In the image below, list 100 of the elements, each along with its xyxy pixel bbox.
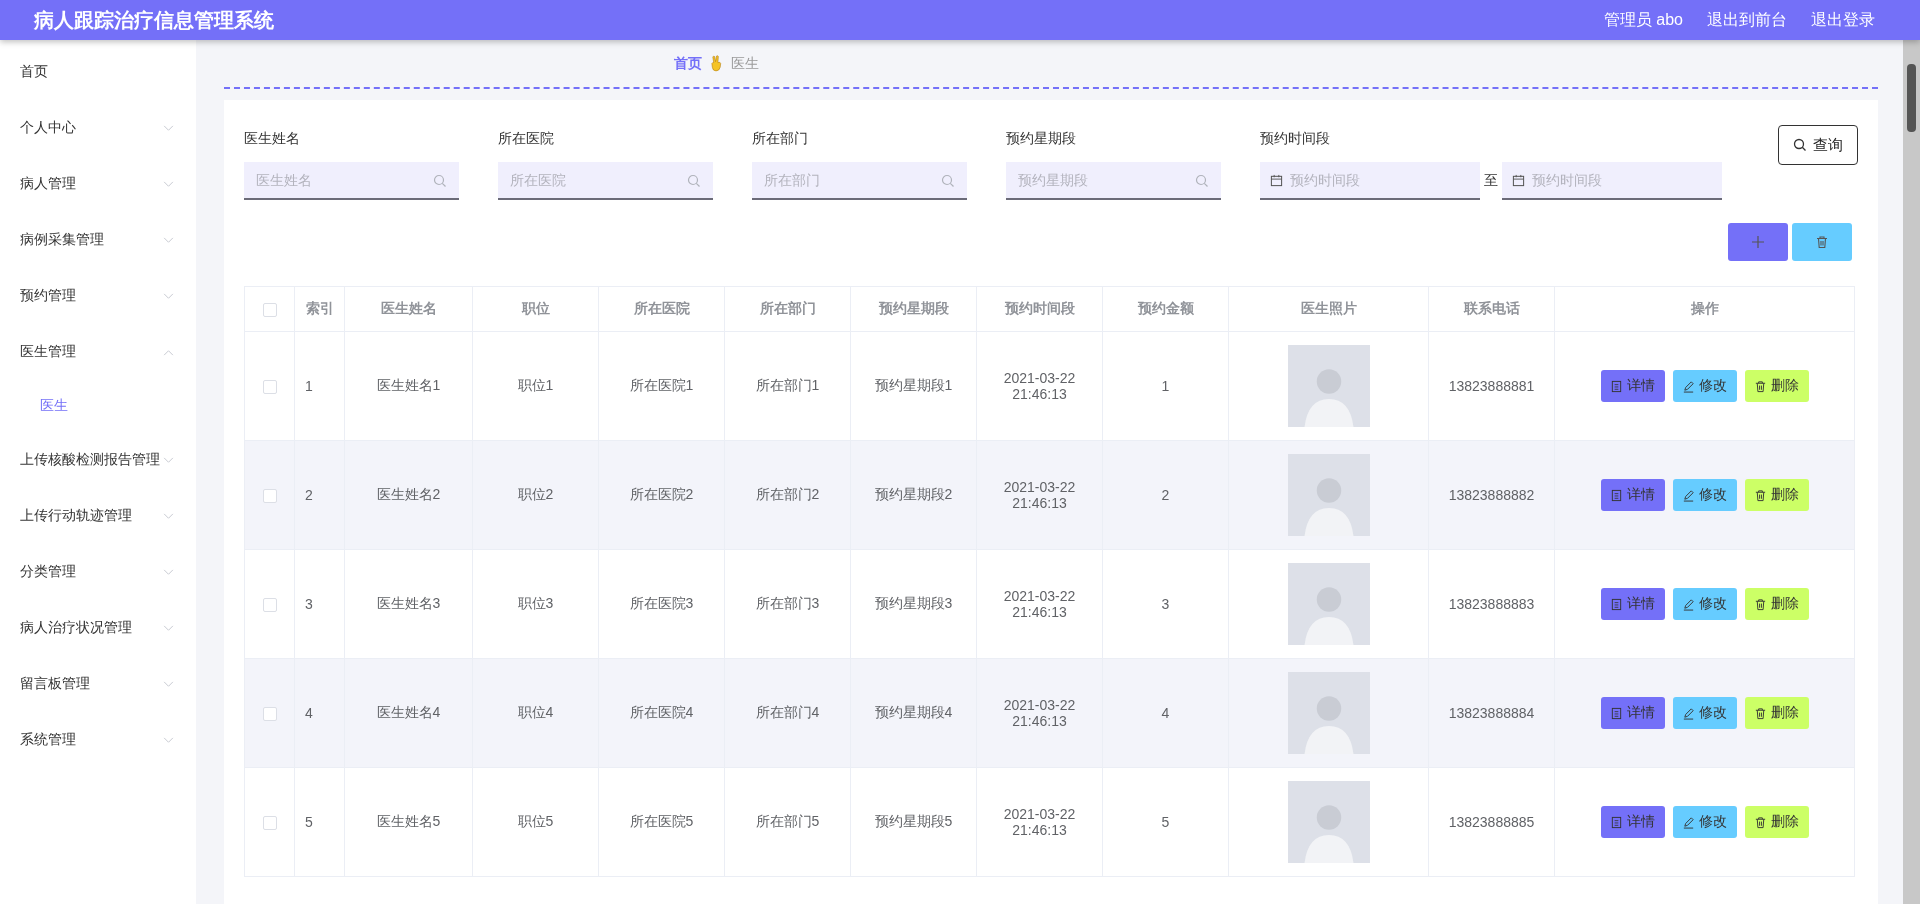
trash-icon — [1754, 597, 1767, 611]
filter-label: 预约星期段 — [1006, 130, 1077, 148]
table-cell: 医生姓名2 — [344, 440, 473, 550]
date-field[interactable]: 预约时间段 — [1260, 162, 1480, 200]
date-field[interactable]: 预约时间段 — [1502, 162, 1722, 200]
edit-button[interactable]: 修改 — [1672, 697, 1737, 729]
table-cell: 所在部门2 — [724, 440, 851, 550]
sidebar-item[interactable]: 个人中心 — [0, 100, 196, 156]
table-cell: 医生姓名3 — [344, 549, 473, 659]
edit-button[interactable]: 修改 — [1672, 370, 1737, 402]
query-button[interactable]: 查询 — [1778, 125, 1858, 165]
table-cell: 预约星期段5 — [850, 767, 977, 877]
table-cell: 预约星期段4 — [850, 658, 977, 768]
sidebar-subitem[interactable]: 医生 — [0, 380, 196, 432]
range-separator: 至 — [1484, 172, 1498, 190]
sidebar-item[interactable]: 病人管理 — [0, 156, 196, 212]
search-field[interactable]: 所在部门 — [752, 162, 967, 200]
chevron-icon — [163, 512, 174, 520]
table-cell: 职位2 — [472, 440, 599, 550]
table-cell: 所在医院2 — [598, 440, 725, 550]
search-icon — [1195, 174, 1209, 188]
edit-button[interactable]: 修改 — [1672, 479, 1737, 511]
table-cell: 所在医院4 — [598, 658, 725, 768]
table-cell: 医生姓名5 — [344, 767, 473, 877]
table-cell: 所在医院3 — [598, 549, 725, 659]
table-cell: 所在部门5 — [724, 767, 851, 877]
select-all-checkbox[interactable] — [262, 303, 277, 318]
document-icon — [1610, 597, 1623, 611]
chevron-icon — [163, 624, 174, 632]
search-icon — [687, 174, 701, 188]
sidebar-item[interactable]: 预约管理 — [0, 268, 196, 324]
delete-button[interactable]: 删除 — [1744, 479, 1809, 511]
table-cell: 13823888884 — [1428, 658, 1555, 768]
row-checkbox[interactable] — [262, 707, 277, 722]
pencil-icon — [1682, 706, 1695, 720]
table-cell: 2021-03-22 21:46:13 — [976, 658, 1103, 768]
search-icon — [941, 174, 955, 188]
pencil-icon — [1682, 488, 1695, 502]
sidebar-item[interactable]: 首页 — [0, 44, 196, 100]
table-cell: 13823888885 — [1428, 767, 1555, 877]
table-cell: 13823888881 — [1428, 331, 1555, 441]
row-checkbox[interactable] — [262, 816, 277, 831]
table-cell: 所在部门4 — [724, 658, 851, 768]
filter-label: 所在部门 — [752, 130, 809, 148]
edit-button[interactable]: 修改 — [1672, 806, 1737, 838]
table-cell: 职位4 — [472, 658, 599, 768]
sidebar-item[interactable]: 医生管理 — [0, 324, 196, 380]
sidebar-item[interactable]: 分类管理 — [0, 544, 196, 600]
sidebar-item[interactable]: 系统管理 — [0, 712, 196, 768]
delete-button[interactable]: 删除 — [1744, 697, 1809, 729]
add-button[interactable] — [1728, 223, 1788, 261]
table-cell: 3 — [294, 549, 345, 659]
sidebar-item[interactable]: 留言板管理 — [0, 656, 196, 712]
column-header: 所在部门 — [724, 286, 851, 332]
table-cell: 3 — [1102, 549, 1229, 659]
table-cell: 13823888882 — [1428, 440, 1555, 550]
chevron-icon — [163, 456, 174, 464]
sidebar-item[interactable]: 病人治疗状况管理 — [0, 600, 196, 656]
column-header: 所在医院 — [598, 286, 725, 332]
sidebar-item[interactable]: 病例采集管理 — [0, 212, 196, 268]
chevron-icon — [163, 292, 174, 300]
edit-button[interactable]: 修改 — [1672, 588, 1737, 620]
search-field[interactable]: 预约星期段 — [1006, 162, 1221, 200]
sidebar-item[interactable]: 上传行动轨迹管理 — [0, 488, 196, 544]
chevron-icon — [163, 180, 174, 188]
user-label: 管理员 abo — [1603, 9, 1683, 30]
row-checkbox[interactable] — [262, 489, 277, 504]
breadcrumb-link[interactable]: 首页 — [674, 54, 702, 73]
table-cell: 医生姓名4 — [344, 658, 473, 768]
column-header: 职位 — [472, 286, 599, 332]
table-cell: 1 — [294, 331, 345, 441]
table-cell: 5 — [1102, 767, 1229, 877]
trash-icon — [1754, 488, 1767, 502]
delete-button[interactable] — [1792, 223, 1852, 261]
trash-icon — [1754, 379, 1767, 393]
search-field[interactable]: 医生姓名 — [244, 162, 459, 200]
delete-button[interactable]: 删除 — [1744, 370, 1809, 402]
table-cell: 职位5 — [472, 767, 599, 877]
scrollbar[interactable] — [1903, 40, 1920, 904]
chevron-icon — [163, 736, 174, 744]
chevron-icon — [163, 348, 174, 356]
row-checkbox[interactable] — [262, 380, 277, 395]
table-cell: 医生姓名1 — [344, 331, 473, 441]
trash-icon — [1754, 815, 1767, 829]
search-field[interactable]: 所在医院 — [498, 162, 713, 200]
search-icon — [433, 174, 447, 188]
row-checkbox[interactable] — [262, 598, 277, 613]
sidebar-item[interactable]: 上传核酸检测报告管理 — [0, 432, 196, 488]
header-link[interactable]: 退出到前台 — [1707, 9, 1787, 31]
table-cell: 2021-03-22 21:46:13 — [976, 767, 1103, 877]
table-cell: 预约星期段1 — [850, 331, 977, 441]
trash-icon — [1754, 706, 1767, 720]
chevron-icon — [163, 680, 174, 688]
column-header: 预约金额 — [1102, 286, 1229, 332]
table-cell: 所在部门1 — [724, 331, 851, 441]
table-cell: 所在部门3 — [724, 549, 851, 659]
delete-button[interactable]: 删除 — [1744, 806, 1809, 838]
delete-button[interactable]: 删除 — [1744, 588, 1809, 620]
table-cell: 职位3 — [472, 549, 599, 659]
header-link[interactable]: 退出登录 — [1811, 9, 1875, 31]
